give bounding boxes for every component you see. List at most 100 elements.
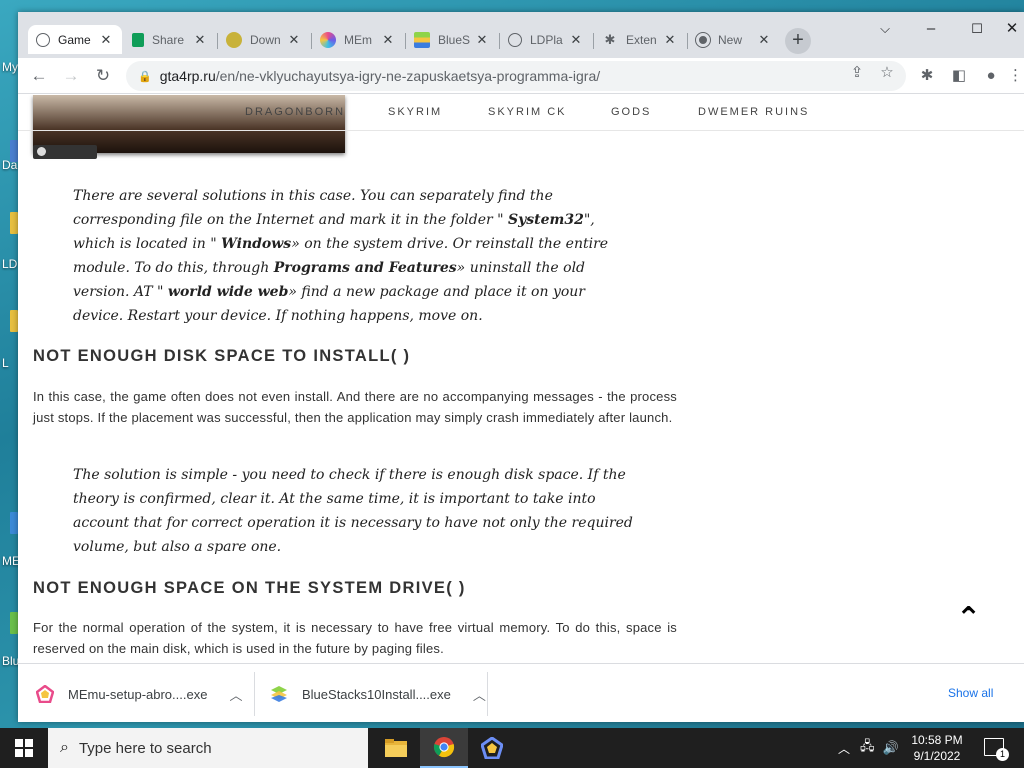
tab-label: Exten bbox=[626, 32, 657, 47]
desktop-icon-label[interactable]: LD bbox=[2, 257, 17, 271]
tab-memu[interactable]: MEm ✕ bbox=[312, 25, 404, 54]
memu-icon bbox=[481, 737, 503, 759]
bold-term: Programs and Features bbox=[273, 260, 457, 276]
section-heading: NOT ENOUGH DISK SPACE TO INSTALL( ) bbox=[33, 347, 411, 365]
quote-block: The solution is simple - you need to che… bbox=[73, 467, 633, 555]
bold-term: Windows bbox=[221, 236, 292, 252]
url-path: /en/ne-vklyuchayutsya-igry-ne-zapuskaets… bbox=[215, 68, 601, 84]
bluestacks-icon bbox=[414, 31, 430, 48]
taskbar-clock[interactable]: 10:58 PM 9/1/2022 bbox=[902, 732, 972, 764]
paragraph: For the normal operation of the system, … bbox=[33, 620, 677, 656]
tab-new[interactable]: New ✕ bbox=[688, 25, 780, 54]
site-navbar: DRAGONBORN SKYRIM SKYRIM CK GODS DWEMER … bbox=[18, 95, 1024, 131]
tab-search-icon[interactable]: ⌵ bbox=[862, 16, 908, 42]
tab-download[interactable]: Down ✕ bbox=[218, 25, 310, 54]
quote-block: There are several solutions in this case… bbox=[73, 184, 637, 328]
back-icon[interactable]: ← bbox=[26, 63, 52, 89]
nav-item-gods[interactable]: GODS bbox=[611, 106, 651, 118]
tab-extensions[interactable]: ✱ Exten ✕ bbox=[594, 25, 686, 54]
menu-icon[interactable]: ⋮ bbox=[1008, 63, 1023, 89]
memu-icon bbox=[320, 31, 336, 48]
chrome-icon bbox=[695, 31, 711, 48]
tab-label: Down bbox=[250, 32, 281, 47]
memu-app[interactable] bbox=[468, 728, 516, 768]
close-icon[interactable]: ✕ bbox=[380, 32, 396, 48]
taskbar-search-box[interactable]: ⌕ Type here to search bbox=[48, 728, 368, 768]
desktop-icon[interactable] bbox=[10, 212, 18, 234]
bold-term: world wide web bbox=[167, 284, 289, 300]
notification-count: 1 bbox=[996, 748, 1009, 761]
nav-item-dwemer-ruins[interactable]: DWEMER RUINS bbox=[698, 106, 809, 118]
notifications-icon[interactable]: 1 bbox=[984, 738, 1009, 761]
desktop-icon-label[interactable]: Da bbox=[2, 158, 17, 172]
forward-icon[interactable]: → bbox=[58, 63, 84, 89]
file-explorer-app[interactable] bbox=[372, 728, 420, 768]
close-window-button[interactable]: ✕ bbox=[1000, 16, 1024, 42]
chevron-up-icon[interactable]: ︿ bbox=[473, 685, 486, 704]
chevron-up-icon[interactable]: ︿ bbox=[229, 685, 242, 704]
close-icon[interactable]: ✕ bbox=[568, 32, 584, 48]
browser-toolbar: ← → ↻ 🔒 gta4rp.ru/en/ne-vklyuchayutsya-i… bbox=[18, 58, 1024, 94]
clock-date: 9/1/2022 bbox=[913, 749, 961, 763]
scroll-to-top-button[interactable]: ⌃ bbox=[956, 604, 981, 634]
minimize-button[interactable]: – bbox=[908, 16, 954, 42]
bold-term: System32 bbox=[508, 212, 584, 228]
profile-icon[interactable]: ● bbox=[978, 63, 1004, 89]
tab-strip: Game ✕ Share ✕ Down ✕ MEm ✕ BlueS ✕ LDPl… bbox=[18, 12, 1024, 58]
downloads-bar: MEmu-setup-abro....exe ︿ BlueStacks10Ins… bbox=[18, 663, 1024, 722]
search-icon: ⌕ bbox=[60, 739, 69, 756]
volume-icon[interactable]: 🔊 bbox=[883, 740, 899, 756]
search-placeholder: Type here to search bbox=[78, 739, 212, 757]
puzzle-icon: ✱ bbox=[604, 31, 616, 47]
share-icon[interactable]: ⇪ bbox=[844, 60, 870, 86]
chrome-app[interactable] bbox=[420, 728, 468, 768]
bookmark-star-icon[interactable]: ☆ bbox=[874, 60, 900, 86]
divider bbox=[254, 672, 255, 716]
windows-logo-icon bbox=[15, 739, 33, 757]
web-page: DRAGONBORN SKYRIM SKYRIM CK GODS DWEMER … bbox=[18, 95, 1024, 663]
show-all-downloads-button[interactable]: Show all bbox=[948, 686, 993, 700]
download-item[interactable]: MEmu-setup-abro....exe ︿ bbox=[36, 674, 256, 714]
quote-text: There are several solutions in this case… bbox=[73, 188, 553, 228]
clock-time: 10:58 PM bbox=[911, 733, 963, 747]
tab-label: BlueS bbox=[438, 32, 471, 47]
tab-label: Share bbox=[152, 32, 185, 47]
maximize-button[interactable]: ☐ bbox=[954, 16, 1000, 42]
reload-icon[interactable]: ↻ bbox=[90, 63, 116, 89]
taskbar: ⌕ Type here to search ︿ 🖧 🔊 10:58 PM 9/1… bbox=[0, 728, 1024, 768]
side-panel-icon[interactable]: ◧ bbox=[946, 63, 972, 89]
close-icon[interactable]: ✕ bbox=[756, 32, 772, 48]
desktop-icon-label[interactable]: My bbox=[2, 60, 18, 74]
tab-ldplayer[interactable]: LDPla ✕ bbox=[500, 25, 592, 54]
desktop-icon[interactable] bbox=[10, 310, 18, 332]
extensions-icon[interactable]: ✱ bbox=[914, 63, 940, 89]
nav-item-skyrim[interactable]: SKYRIM bbox=[388, 106, 442, 118]
close-icon[interactable]: ✕ bbox=[474, 32, 490, 48]
desktop-icon[interactable] bbox=[10, 612, 18, 634]
nav-item-dragonborn[interactable]: DRAGONBORN bbox=[245, 106, 345, 118]
tab-label: LDPla bbox=[530, 32, 563, 47]
bluestacks-icon bbox=[271, 686, 287, 702]
close-icon[interactable]: ✕ bbox=[662, 32, 678, 48]
lock-icon[interactable]: 🔒 bbox=[138, 70, 152, 83]
chrome-icon bbox=[433, 737, 455, 758]
close-icon[interactable]: ✕ bbox=[286, 32, 302, 48]
desktop-icon[interactable] bbox=[10, 512, 18, 534]
download-item[interactable]: BlueStacks10Install....exe ︿ bbox=[270, 674, 500, 714]
address-bar[interactable]: 🔒 gta4rp.ru/en/ne-vklyuchayutsya-igry-ne… bbox=[126, 61, 906, 91]
desktop-icon-label[interactable]: L bbox=[2, 356, 9, 370]
tab-label: New bbox=[718, 32, 743, 47]
network-icon[interactable]: 🖧 bbox=[860, 737, 875, 759]
tab-share[interactable]: Share ✕ bbox=[124, 25, 216, 54]
new-tab-button[interactable]: + bbox=[785, 28, 811, 54]
tab-game[interactable]: Game ✕ bbox=[28, 25, 122, 54]
tab-bluestacks[interactable]: BlueS ✕ bbox=[406, 25, 498, 54]
close-icon[interactable]: ✕ bbox=[192, 32, 208, 48]
desktop-icon-label[interactable]: Blu bbox=[2, 654, 19, 668]
paragraph: In this case, the game often does not ev… bbox=[33, 389, 677, 425]
globe-icon bbox=[36, 32, 50, 47]
nav-item-skyrim-ck[interactable]: SKYRIM CK bbox=[488, 106, 567, 118]
windows-start-button[interactable] bbox=[0, 728, 48, 768]
chevron-up-icon[interactable]: ︿ bbox=[838, 740, 850, 757]
close-icon[interactable]: ✕ bbox=[98, 32, 114, 48]
